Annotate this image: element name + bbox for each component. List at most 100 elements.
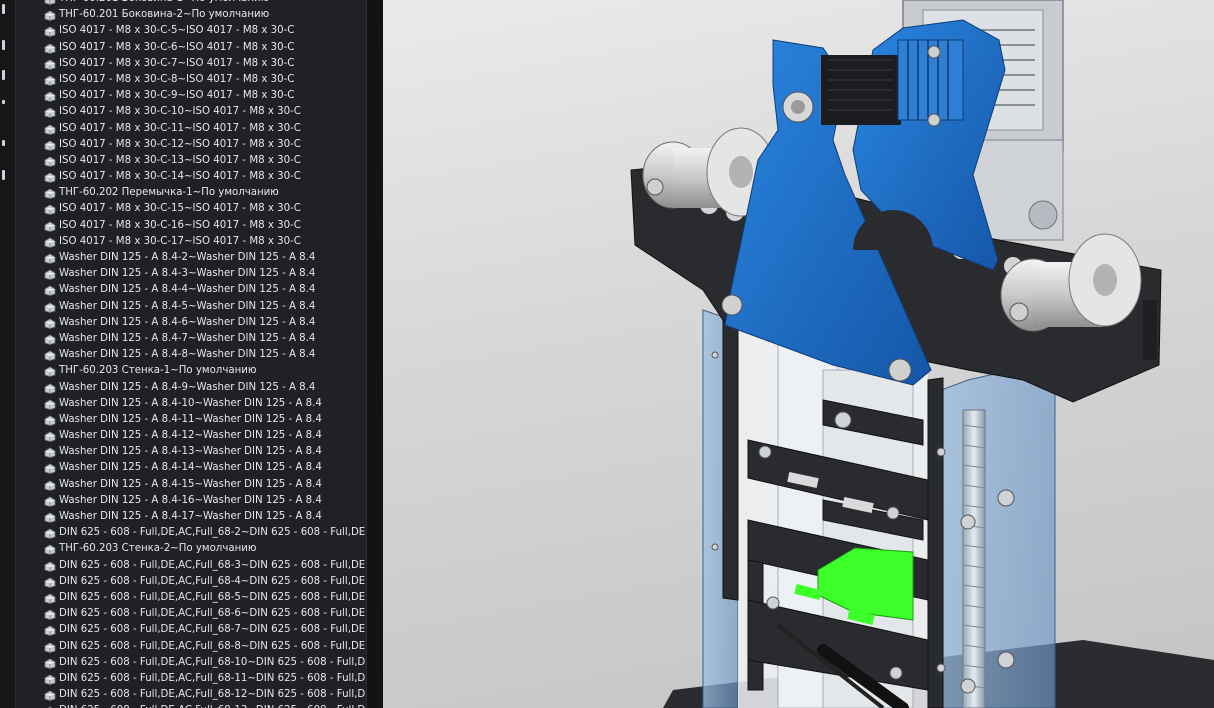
tree-item-label: ISO 4017 - M8 x 30-C-6~ISO 4017 - M8 x 3… <box>59 41 295 53</box>
tree-item[interactable]: DIN 625 - 608 - Full,DE,AC,Full_68-13~DI… <box>16 703 366 708</box>
tree-item[interactable]: ТНГ-60.203 Стенка-2~По умолчанию <box>16 541 366 557</box>
tree-item[interactable]: ISO 4017 - M8 x 30-C-13~ISO 4017 - M8 x … <box>16 153 366 169</box>
tree-item-label: DIN 625 - 608 - Full,DE,AC,Full_68-5~DIN… <box>59 591 366 603</box>
toolbar-icon[interactable] <box>2 40 5 50</box>
tree-item[interactable]: DIN 625 - 608 - Full,DE,AC,Full_68-8~DIN… <box>16 639 366 655</box>
tree-item[interactable]: Washer DIN 125 - A 8.4-3~Washer DIN 125 … <box>16 266 366 282</box>
tree-item[interactable]: DIN 625 - 608 - Full,DE,AC,Full_68-10~DI… <box>16 655 366 671</box>
tree-item-label: ISO 4017 - M8 x 30-C-5~ISO 4017 - M8 x 3… <box>59 25 295 37</box>
part-icon <box>44 609 56 621</box>
part-icon <box>44 431 56 442</box>
tree-item[interactable]: Washer DIN 125 - A 8.4-13~Washer DIN 125… <box>16 444 366 460</box>
tree-item-label: Washer DIN 125 - A 8.4-6~Washer DIN 125 … <box>59 316 316 328</box>
part-icon <box>44 383 56 394</box>
part-icon <box>44 91 56 103</box>
tree-item-label: DIN 625 - 608 - Full,DE,AC,Full_68-2~DIN… <box>59 527 366 539</box>
tree-item[interactable]: DIN 625 - 608 - Full,DE,AC,Full_68-6~DIN… <box>16 606 366 622</box>
part-icon <box>44 512 56 523</box>
tree-item[interactable]: DIN 625 - 608 - Full,DE,AC,Full_68-7~DIN… <box>16 622 366 638</box>
tree-item[interactable]: Washer DIN 125 - A 8.4-16~Washer DIN 125… <box>16 493 366 509</box>
tree-item-label: DIN 625 - 608 - Full,DE,AC,Full_68-3~DIN… <box>59 559 366 571</box>
tree-item-label: Washer DIN 125 - A 8.4-3~Washer DIN 125 … <box>59 268 316 280</box>
tree-item[interactable]: ТНГ-60.201 Боковина-2~По умолчанию <box>16 7 366 23</box>
tree-item[interactable]: Washer DIN 125 - A 8.4-4~Washer DIN 125 … <box>16 282 366 298</box>
tree-item[interactable]: ISO 4017 - M8 x 30-C-14~ISO 4017 - M8 x … <box>16 169 366 185</box>
tree-item-label: DIN 625 - 608 - Full,DE,AC,Full_68-13~DI… <box>59 703 366 708</box>
part-icon <box>44 107 56 119</box>
toolbar-icon[interactable] <box>2 170 5 180</box>
part-icon <box>44 269 56 281</box>
tree-item-label: ТНГ-60.201 Боковина-2~По умолчанию <box>59 9 270 21</box>
tree-item[interactable]: Washer DIN 125 - A 8.4-11~Washer DIN 125… <box>16 412 366 428</box>
tree-item-label: Washer DIN 125 - A 8.4-2~Washer DIN 125 … <box>59 252 316 263</box>
tree-item-label: ISO 4017 - M8 x 30-C-10~ISO 4017 - M8 x … <box>59 106 301 118</box>
tree-item[interactable]: DIN 625 - 608 - Full,DE,AC,Full_68-11~DI… <box>16 671 366 687</box>
part-icon <box>44 577 56 588</box>
tree-item[interactable]: ISO 4017 - M8 x 30-C-10~ISO 4017 - M8 x … <box>16 104 366 120</box>
tree-item[interactable]: ISO 4017 - M8 x 30-C-11~ISO 4017 - M8 x … <box>16 121 366 137</box>
part-icon <box>44 75 56 86</box>
tree-item-label: Washer DIN 125 - A 8.4-14~Washer DIN 125… <box>59 462 322 474</box>
tree-item-label: ТНГ-60.203 Стенка-2~По умолчанию <box>59 543 257 555</box>
tree-item[interactable]: Washer DIN 125 - A 8.4-2~Washer DIN 125 … <box>16 250 366 266</box>
tree-item-label: ISO 4017 - M8 x 30-C-17~ISO 4017 - M8 x … <box>59 235 301 247</box>
tree-item[interactable]: DIN 625 - 608 - Full,DE,AC,Full_68-2~DIN… <box>16 525 366 541</box>
tree-item[interactable]: Washer DIN 125 - A 8.4-14~Washer DIN 125… <box>16 460 366 476</box>
part-icon <box>44 318 56 329</box>
tree-item[interactable]: ТНГ-60.203 Стенка-1~По умолчанию <box>16 363 366 379</box>
tree-item[interactable]: ISO 4017 - M8 x 30-C-7~ISO 4017 - M8 x 3… <box>16 56 366 72</box>
toolbar-icon[interactable] <box>2 4 5 14</box>
tree-item-label: Washer DIN 125 - A 8.4-11~Washer DIN 125… <box>59 413 322 425</box>
tree-item[interactable]: Washer DIN 125 - A 8.4-7~Washer DIN 125 … <box>16 331 366 347</box>
tree-item-label: DIN 625 - 608 - Full,DE,AC,Full_68-8~DIN… <box>59 640 366 652</box>
part-icon <box>44 366 56 378</box>
tree-item-label: ISO 4017 - M8 x 30-C-9~ISO 4017 - M8 x 3… <box>59 90 295 102</box>
tree-item-label: ISO 4017 - M8 x 30-C-8~ISO 4017 - M8 x 3… <box>59 73 295 85</box>
part-icon <box>44 674 56 685</box>
tree-item[interactable]: DIN 625 - 608 - Full,DE,AC,Full_68-4~DIN… <box>16 574 366 590</box>
part-icon <box>44 59 56 70</box>
tree-item[interactable]: ISO 4017 - M8 x 30-C-12~ISO 4017 - M8 x … <box>16 137 366 153</box>
part-icon <box>44 302 56 313</box>
tree-item[interactable]: ISO 4017 - M8 x 30-C-17~ISO 4017 - M8 x … <box>16 234 366 250</box>
tree-item[interactable]: Washer DIN 125 - A 8.4-5~Washer DIN 125 … <box>16 299 366 315</box>
tree-item[interactable]: Washer DIN 125 - A 8.4-17~Washer DIN 125… <box>16 509 366 525</box>
tree-item[interactable]: ISO 4017 - M8 x 30-C-8~ISO 4017 - M8 x 3… <box>16 72 366 88</box>
part-icon <box>44 334 56 345</box>
toolbar-icon[interactable] <box>2 140 5 146</box>
tree-item[interactable]: Washer DIN 125 - A 8.4-10~Washer DIN 125… <box>16 396 366 412</box>
toolbar-icon[interactable] <box>2 100 5 104</box>
tree-item[interactable]: ТНГ-60.201 Боковина-1~По умолчанию <box>16 0 366 7</box>
tree-item[interactable]: DIN 625 - 608 - Full,DE,AC,Full_68-12~DI… <box>16 687 366 703</box>
tree-item[interactable]: ISO 4017 - M8 x 30-C-9~ISO 4017 - M8 x 3… <box>16 88 366 104</box>
tree-item-label: Washer DIN 125 - A 8.4-5~Washer DIN 125 … <box>59 300 316 312</box>
tree-item[interactable]: DIN 625 - 608 - Full,DE,AC,Full_68-5~DIN… <box>16 590 366 606</box>
tree-item-label: Washer DIN 125 - A 8.4-12~Washer DIN 125… <box>59 430 322 442</box>
tree-item-label: DIN 625 - 608 - Full,DE,AC,Full_68-10~DI… <box>59 656 366 668</box>
tree-item-label: DIN 625 - 608 - Full,DE,AC,Full_68-4~DIN… <box>59 575 366 587</box>
tree-item[interactable]: Washer DIN 125 - A 8.4-15~Washer DIN 125… <box>16 477 366 493</box>
part-icon <box>44 188 56 200</box>
tree-item[interactable]: ISO 4017 - M8 x 30-C-5~ISO 4017 - M8 x 3… <box>16 23 366 39</box>
tree-item[interactable]: ISO 4017 - M8 x 30-C-6~ISO 4017 - M8 x 3… <box>16 40 366 56</box>
tree-item[interactable]: Washer DIN 125 - A 8.4-6~Washer DIN 125 … <box>16 315 366 331</box>
tree-item[interactable]: ISO 4017 - M8 x 30-C-15~ISO 4017 - M8 x … <box>16 201 366 217</box>
assembly-render <box>630 0 1214 708</box>
tree-item[interactable]: ISO 4017 - M8 x 30-C-16~ISO 4017 - M8 x … <box>16 218 366 234</box>
tree-item[interactable]: Washer DIN 125 - A 8.4-9~Washer DIN 125 … <box>16 380 366 396</box>
3d-model-viewport[interactable] <box>383 0 1214 708</box>
part-icon <box>44 447 56 459</box>
tree-item-label: ISO 4017 - M8 x 30-C-16~ISO 4017 - M8 x … <box>59 219 301 231</box>
tree-item[interactable]: Washer DIN 125 - A 8.4-8~Washer DIN 125 … <box>16 347 366 363</box>
tree-item[interactable]: DIN 625 - 608 - Full,DE,AC,Full_68-3~DIN… <box>16 558 366 574</box>
spring <box>962 409 986 708</box>
tree-item-label: ISO 4017 - M8 x 30-C-7~ISO 4017 - M8 x 3… <box>59 57 295 69</box>
tree-item[interactable]: ТНГ-60.202 Перемычка-1~По умолчанию <box>16 185 366 201</box>
part-icon <box>44 642 56 653</box>
part-icon <box>44 625 56 637</box>
tree-item-label: ISO 4017 - M8 x 30-C-15~ISO 4017 - M8 x … <box>59 203 301 215</box>
tree-item[interactable]: Washer DIN 125 - A 8.4-12~Washer DIN 125… <box>16 428 366 444</box>
panel-splitter[interactable] <box>366 0 384 708</box>
part-icon <box>44 415 56 426</box>
toolbar-icon[interactable] <box>2 70 5 80</box>
